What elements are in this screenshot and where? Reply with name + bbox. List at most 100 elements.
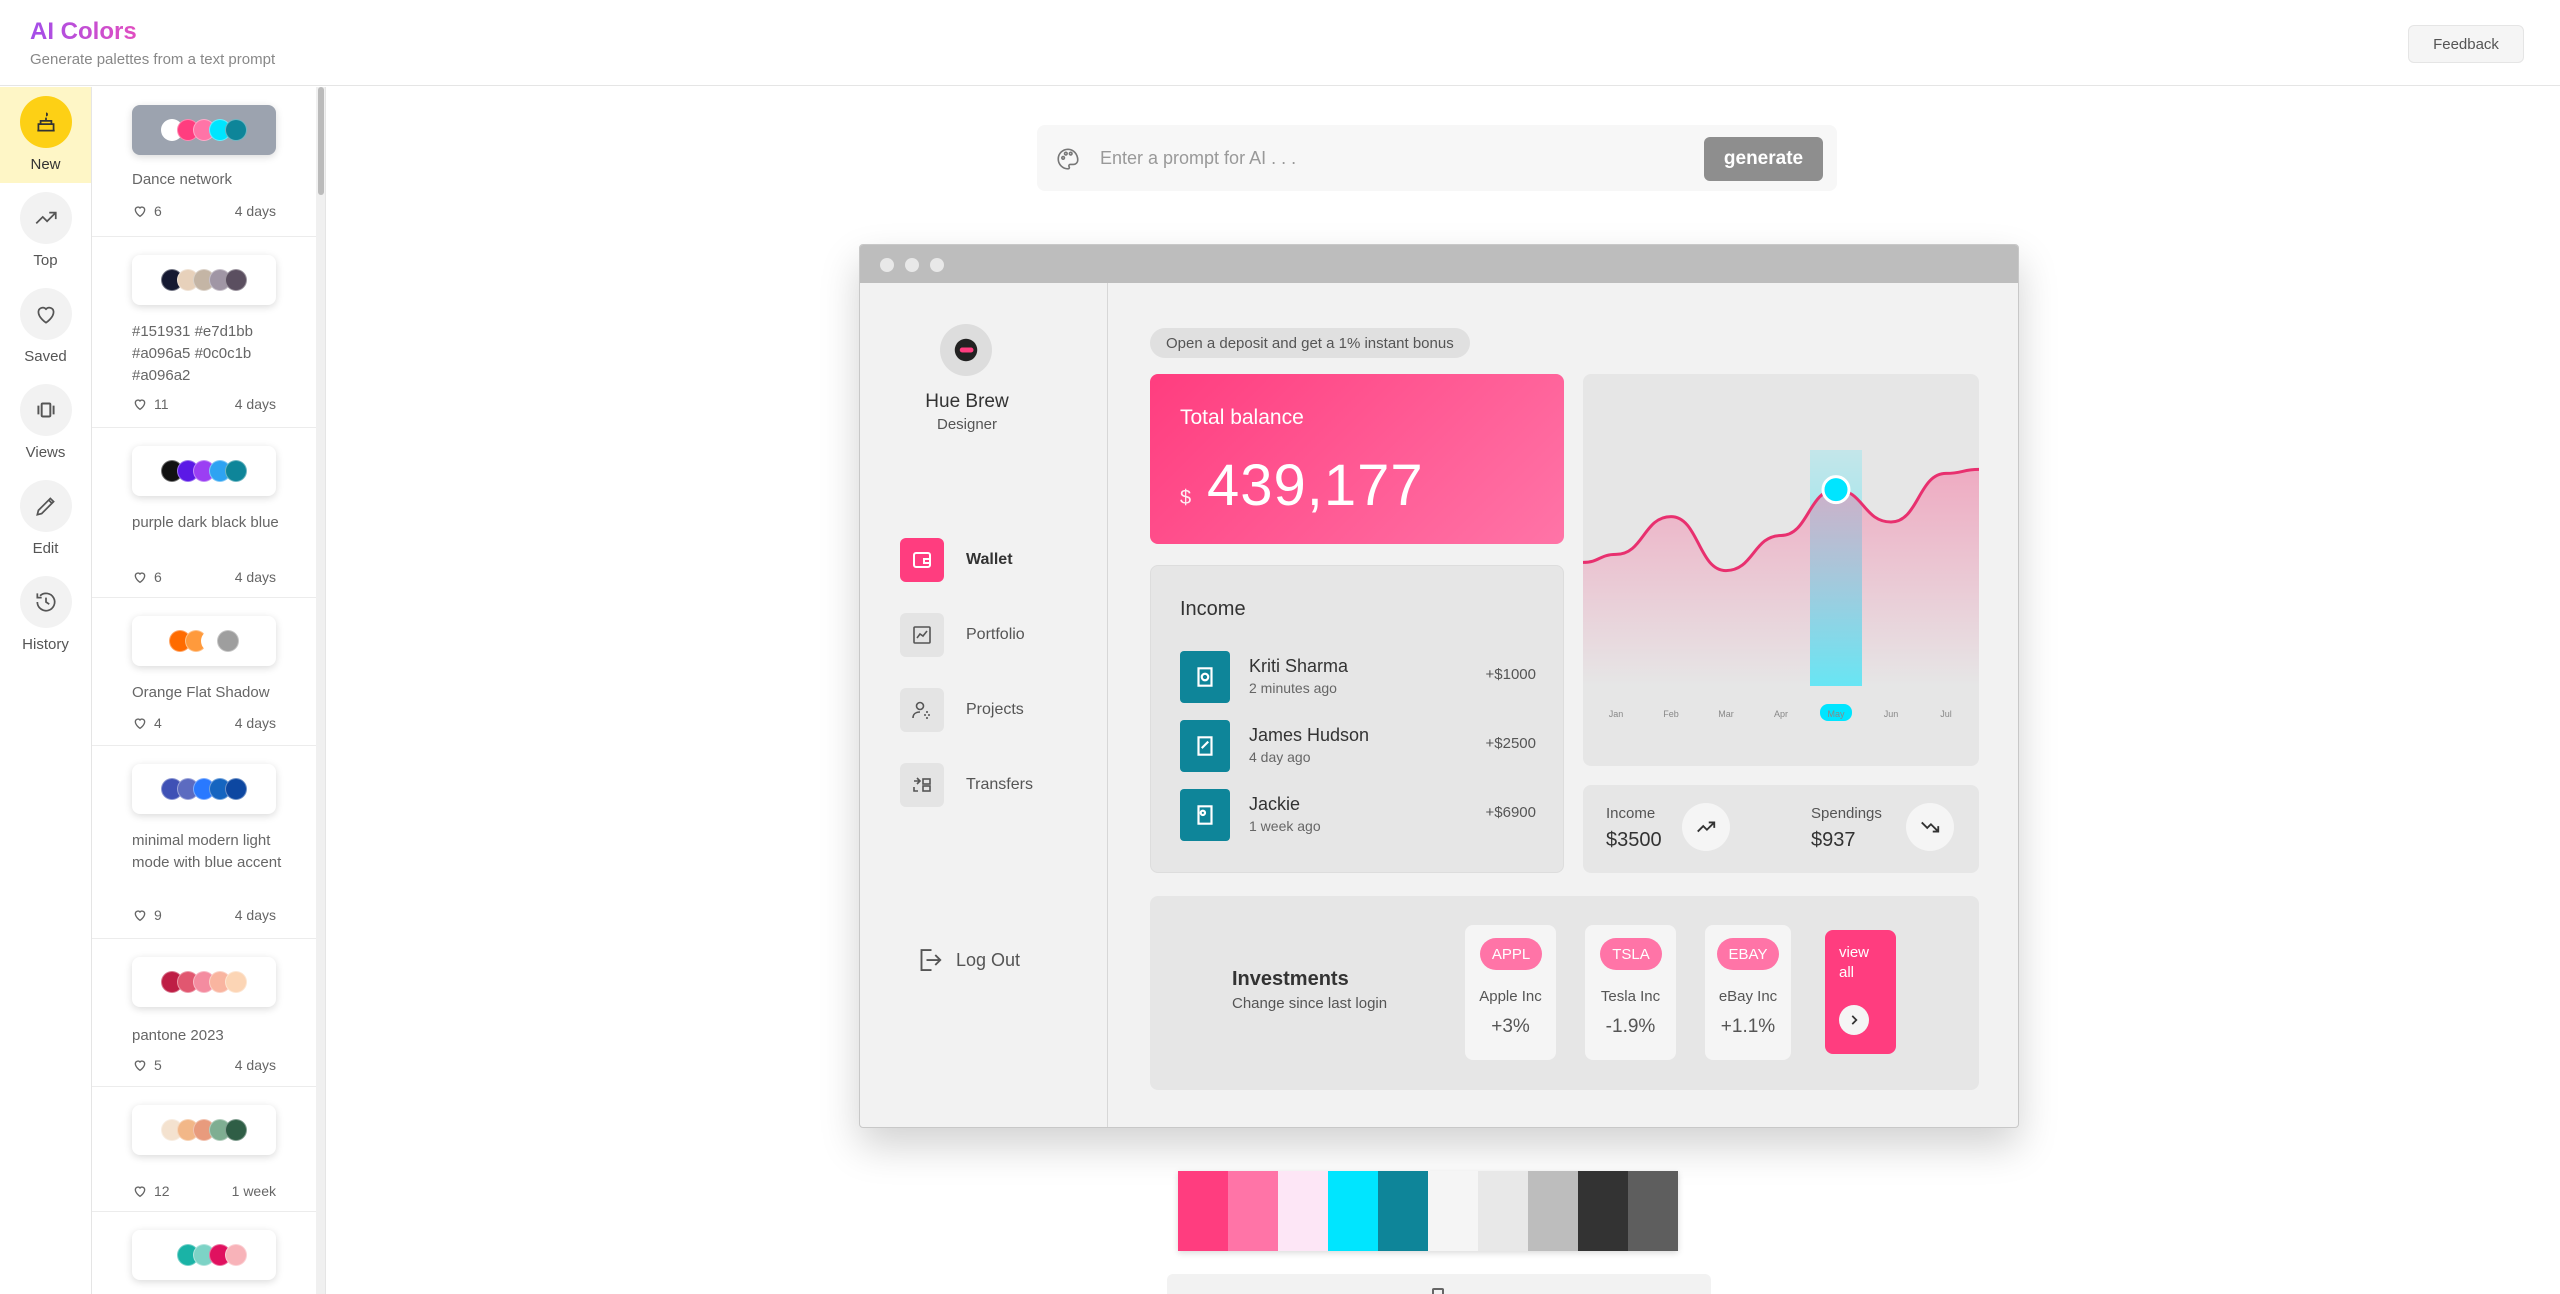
investments-title: Investments xyxy=(1232,968,1349,990)
balance-label: Total balance xyxy=(1180,406,1304,429)
chart-icon xyxy=(900,613,944,657)
color-dot xyxy=(225,119,247,141)
sidebar-item-edit[interactable]: Edit xyxy=(0,471,91,567)
color-swatch[interactable] xyxy=(1228,1171,1278,1251)
income-card: Income Kriti Sharma 2 minutes ago +$1000… xyxy=(1150,565,1564,873)
color-swatch[interactable] xyxy=(1628,1171,1678,1251)
user-name: Hue Brew xyxy=(925,391,1009,412)
contact-icon xyxy=(1180,651,1230,703)
view-all-button[interactable]: view all xyxy=(1825,930,1896,1054)
nav-projects[interactable]: Projects xyxy=(900,686,1024,734)
logout-button[interactable]: Log Out xyxy=(914,945,1020,975)
copy-icon[interactable] xyxy=(1432,1288,1444,1294)
x-tick-label[interactable]: Jan xyxy=(1609,709,1624,719)
trending-up-icon[interactable] xyxy=(1682,803,1730,851)
sidebar-item-views[interactable]: Views xyxy=(0,375,91,471)
palette-age: 1 week xyxy=(231,1183,276,1199)
nav-portfolio[interactable]: Portfolio xyxy=(900,611,1025,659)
stock-card[interactable]: TSLA Tesla Inc -1.9% xyxy=(1585,925,1676,1060)
palette-age: 4 days xyxy=(234,1057,276,1073)
palette-name: #151931 #e7d1bb #a096a5 #0c0c1b #a096a2 xyxy=(132,323,253,384)
heart-icon[interactable] xyxy=(132,396,148,412)
like-count: 12 xyxy=(154,1183,170,1199)
x-tick-label[interactable]: Feb xyxy=(1663,709,1679,719)
stock-card[interactable]: EBAY eBay Inc +1.1% xyxy=(1705,925,1791,1060)
color-swatch[interactable] xyxy=(1528,1171,1578,1251)
palette-card[interactable]: 12 1 week xyxy=(92,1087,316,1212)
palette-meta: 9 4 days xyxy=(132,907,276,923)
x-tick-label[interactable]: Apr xyxy=(1774,709,1788,719)
sidebar-item-new[interactable]: New xyxy=(0,87,91,183)
palette-preview[interactable] xyxy=(132,957,276,1007)
palette-name: purple dark black blue xyxy=(132,514,279,531)
palette-age: 4 days xyxy=(234,396,276,412)
action-bar xyxy=(1167,1274,1711,1294)
income-time: 4 day ago xyxy=(1249,749,1311,765)
palette-card[interactable]: pantone 2023 5 4 days xyxy=(92,939,316,1087)
income-stat-value: $3500 xyxy=(1606,829,1662,851)
palette-card[interactable] xyxy=(92,1212,316,1294)
trending-down-icon[interactable] xyxy=(1906,803,1954,851)
heart-icon[interactable] xyxy=(132,569,148,585)
generate-button[interactable]: generate xyxy=(1704,137,1823,181)
x-tick-label[interactable]: Mar xyxy=(1718,709,1734,719)
palette-card[interactable]: purple dark black blue 6 4 days xyxy=(92,428,316,598)
window-dot xyxy=(930,258,944,272)
x-tick-label[interactable]: May xyxy=(1827,709,1845,719)
color-swatch[interactable] xyxy=(1178,1171,1228,1251)
feedback-button[interactable]: Feedback xyxy=(2408,25,2524,63)
income-row[interactable]: Jackie 1 week ago +$6900 xyxy=(1180,789,1536,845)
palette-card[interactable]: minimal modern light mode with blue acce… xyxy=(92,746,316,939)
income-row[interactable]: James Hudson 4 day ago +$2500 xyxy=(1180,720,1536,776)
prompt-input[interactable] xyxy=(1100,137,1680,179)
palette-card[interactable]: Orange Flat Shadow 4 4 days xyxy=(92,598,316,746)
palette-preview[interactable] xyxy=(132,105,276,155)
palette-preview[interactable] xyxy=(132,446,276,496)
x-tick-label[interactable]: Jul xyxy=(1940,709,1952,719)
like-count: 4 xyxy=(154,715,162,731)
color-swatch[interactable] xyxy=(1428,1171,1478,1251)
logout-label: Log Out xyxy=(956,949,1021,970)
heart-icon[interactable] xyxy=(132,907,148,923)
wallet-icon xyxy=(900,538,944,582)
stock-ticker: APPL xyxy=(1480,938,1542,970)
income-title: Income xyxy=(1180,598,1246,620)
palette-preview[interactable] xyxy=(132,616,276,666)
color-swatch[interactable] xyxy=(1478,1171,1528,1251)
heart-icon[interactable] xyxy=(132,1057,148,1073)
sidebar-item-top[interactable]: Top xyxy=(0,183,91,279)
nav-transfers[interactable]: Transfers xyxy=(900,761,1033,809)
palette-age: 4 days xyxy=(234,715,276,731)
palette-scrollbar[interactable] xyxy=(316,87,326,1294)
sidebar-item-history[interactable]: History xyxy=(0,567,91,663)
highlight-point[interactable] xyxy=(1821,475,1851,505)
color-swatch[interactable] xyxy=(1328,1171,1378,1251)
heart-icon[interactable] xyxy=(132,1183,148,1199)
scrollbar-thumb[interactable] xyxy=(318,87,324,195)
color-swatch[interactable] xyxy=(1378,1171,1428,1251)
palette-preview[interactable] xyxy=(132,1105,276,1155)
sidebar-item-saved[interactable]: Saved xyxy=(0,279,91,375)
palette-card[interactable]: #151931 #e7d1bb #a096a5 #0c0c1b #a096a2 … xyxy=(92,237,316,428)
palette-preview[interactable] xyxy=(132,255,276,305)
color-swatch[interactable] xyxy=(1278,1171,1328,1251)
palette-card[interactable]: Dance network 6 4 days xyxy=(92,87,316,237)
logout-icon xyxy=(920,949,942,971)
cake-icon xyxy=(19,96,72,148)
nav-wallet[interactable]: Wallet xyxy=(900,536,1013,584)
chart-svg: Jan Feb Mar Apr May Jun Jul xyxy=(1583,450,1979,721)
heart-icon[interactable] xyxy=(132,203,148,219)
stock-change: +3% xyxy=(1491,1016,1530,1037)
palette-preview[interactable] xyxy=(132,764,276,814)
app-title[interactable]: AI Colors xyxy=(30,18,137,46)
trending-up-icon xyxy=(19,192,72,244)
color-dot xyxy=(225,1244,247,1266)
x-tick-label[interactable]: Jun xyxy=(1884,709,1899,719)
income-row[interactable]: Kriti Sharma 2 minutes ago +$1000 xyxy=(1180,651,1536,707)
stock-card[interactable]: APPL Apple Inc +3% xyxy=(1465,925,1556,1060)
like-count: 11 xyxy=(154,396,169,412)
palette-preview[interactable] xyxy=(132,1230,276,1280)
color-swatch[interactable] xyxy=(1578,1171,1628,1251)
income-amount: +$2500 xyxy=(1485,735,1536,752)
heart-icon[interactable] xyxy=(132,715,148,731)
